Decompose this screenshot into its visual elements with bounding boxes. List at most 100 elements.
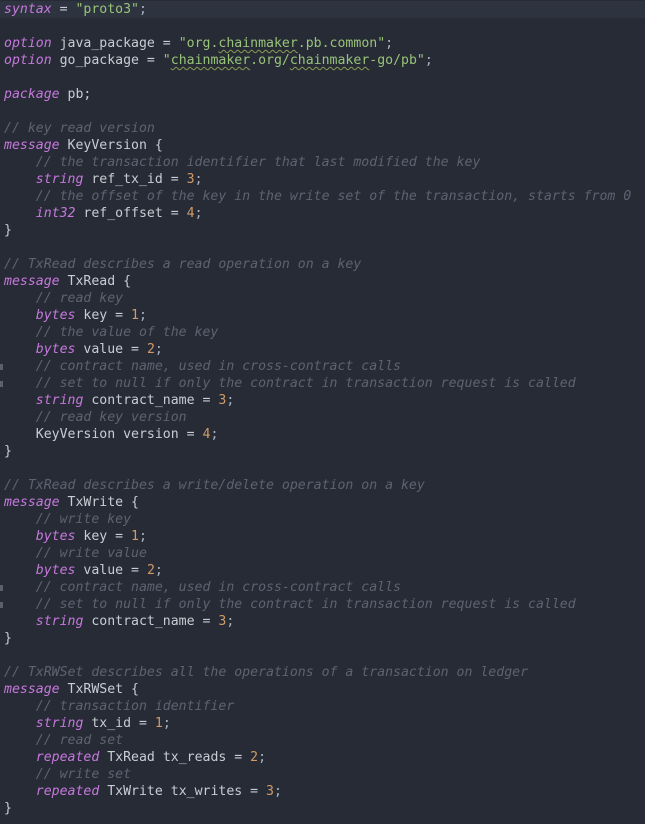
code-token: // write key bbox=[35, 512, 132, 527]
code-token: ; bbox=[226, 614, 235, 629]
code-token: syntax bbox=[4, 2, 52, 17]
code-line[interactable]: // write key bbox=[4, 511, 131, 528]
code-token: TxRead { bbox=[59, 274, 132, 289]
code-line[interactable]: bytes value = 2; bbox=[4, 562, 163, 579]
code-line[interactable]: syntax = "proto3"; bbox=[0, 1, 645, 18]
code-token: TxRead tx_reads = bbox=[99, 750, 251, 765]
code-token: java_package = bbox=[51, 36, 179, 51]
code-line[interactable]: repeated TxRead tx_reads = 2; bbox=[4, 749, 266, 766]
code-token: bytes bbox=[35, 308, 76, 323]
code-line[interactable]: string contract_name = 3; bbox=[4, 392, 235, 409]
code-line[interactable]: message TxWrite { bbox=[4, 494, 139, 511]
code-line[interactable]: package pb; bbox=[4, 86, 91, 103]
code-token: option bbox=[4, 53, 52, 68]
code-token: // the offset of the key in the write se… bbox=[35, 189, 632, 204]
code-token: // TxRead describes a read operation on … bbox=[4, 257, 362, 272]
code-token: ; bbox=[273, 784, 282, 799]
code-token: message bbox=[4, 682, 60, 697]
code-line[interactable]: message TxRWSet { bbox=[4, 681, 139, 698]
code-line[interactable]: // the transaction identifier that last … bbox=[4, 154, 481, 171]
code-token: " bbox=[162, 53, 171, 68]
code-line[interactable]: string contract_name = 3; bbox=[4, 613, 235, 630]
code-token: ref_offset = bbox=[75, 206, 187, 221]
code-token: ; bbox=[385, 36, 394, 51]
code-line[interactable]: // read set bbox=[4, 732, 123, 749]
code-token: // read key bbox=[35, 291, 124, 306]
code-token: ; bbox=[139, 2, 147, 17]
code-line[interactable]: string tx_id = 1; bbox=[4, 715, 171, 732]
code-editor[interactable]: syntax = "proto3"; option java_package = … bbox=[0, 0, 645, 824]
code-line[interactable]: message KeyVersion { bbox=[4, 137, 163, 154]
code-token: ; bbox=[194, 206, 203, 221]
code-line[interactable]: int32 ref_offset = 4; bbox=[4, 205, 203, 222]
code-token: KeyVersion version = bbox=[4, 427, 203, 442]
code-token: ; bbox=[424, 53, 433, 68]
code-line[interactable]: // set to null if only the contract in t… bbox=[4, 375, 576, 392]
code-line[interactable]: option go_package = "chainmaker.org/chai… bbox=[4, 52, 433, 69]
code-line[interactable]: // the value of the key bbox=[4, 324, 219, 341]
code-line[interactable]: repeated TxWrite tx_writes = 3; bbox=[4, 783, 282, 800]
code-token: string bbox=[35, 716, 84, 731]
code-line[interactable]: // set to null if only the contract in t… bbox=[4, 596, 576, 613]
code-token: // TxRWSet describes all the operations … bbox=[4, 665, 529, 680]
code-line[interactable]: message TxRead { bbox=[4, 273, 131, 290]
code-token: string bbox=[35, 393, 84, 408]
code-token: // read key version bbox=[35, 410, 187, 425]
code-token: TxRWSet { bbox=[59, 682, 139, 697]
code-line[interactable]: option java_package = "org.chainmaker.pb… bbox=[4, 35, 393, 52]
code-line[interactable]: // TxRWSet describes all the operations … bbox=[4, 664, 528, 681]
code-line[interactable]: KeyVersion version = 4; bbox=[4, 426, 219, 443]
code-line[interactable]: // TxRead describes a write/delete opera… bbox=[4, 477, 425, 494]
code-token: ; bbox=[139, 308, 147, 323]
code-token: key = bbox=[75, 308, 132, 323]
code-token: go_package = bbox=[51, 53, 163, 68]
gutter-change-marker bbox=[0, 585, 3, 591]
code-line[interactable]: // read key version bbox=[4, 409, 187, 426]
code-token: 1 bbox=[154, 716, 163, 731]
code-token: // set to null if only the contract in t… bbox=[35, 376, 576, 391]
code-line[interactable]: // TxRead describes a read operation on … bbox=[4, 256, 361, 273]
code-token: int32 bbox=[35, 206, 76, 221]
code-token: ; bbox=[139, 529, 147, 544]
code-token: ref_tx_id = bbox=[83, 172, 187, 187]
code-line[interactable]: // the offset of the key in the write se… bbox=[4, 188, 631, 205]
code-token: } bbox=[4, 444, 12, 459]
code-token: bytes bbox=[35, 563, 76, 578]
code-line[interactable]: } bbox=[4, 443, 12, 460]
code-token: ; bbox=[154, 342, 163, 357]
code-token: 3 bbox=[186, 172, 195, 187]
code-line[interactable]: // key read version bbox=[4, 120, 155, 137]
code-line[interactable]: bytes key = 1; bbox=[4, 528, 147, 545]
code-token: chainmaker bbox=[218, 36, 298, 51]
code-line[interactable]: } bbox=[4, 222, 12, 239]
code-line[interactable]: // write set bbox=[4, 766, 131, 783]
code-token: contract_name = bbox=[83, 614, 219, 629]
code-token: pb; bbox=[59, 87, 92, 102]
code-line[interactable]: string ref_tx_id = 3; bbox=[4, 171, 203, 188]
code-token: value = bbox=[75, 563, 147, 578]
code-line[interactable]: } bbox=[4, 800, 12, 817]
code-token: value = bbox=[75, 342, 147, 357]
code-token: // TxRead describes a write/delete opera… bbox=[4, 478, 425, 493]
code-line[interactable]: bytes key = 1; bbox=[4, 307, 147, 324]
code-line[interactable]: } bbox=[4, 630, 12, 647]
code-line[interactable]: // contract name, used in cross-contract… bbox=[4, 358, 401, 375]
code-line[interactable]: // contract name, used in cross-contract… bbox=[4, 579, 401, 596]
code-line[interactable]: // transaction identifier bbox=[4, 698, 235, 715]
code-token: key = bbox=[75, 529, 132, 544]
code-token: ; bbox=[210, 427, 219, 442]
code-line[interactable]: bytes value = 2; bbox=[4, 341, 163, 358]
code-token: = bbox=[51, 2, 76, 17]
code-line[interactable]: // write value bbox=[4, 545, 147, 562]
code-line[interactable]: // read key bbox=[4, 290, 123, 307]
